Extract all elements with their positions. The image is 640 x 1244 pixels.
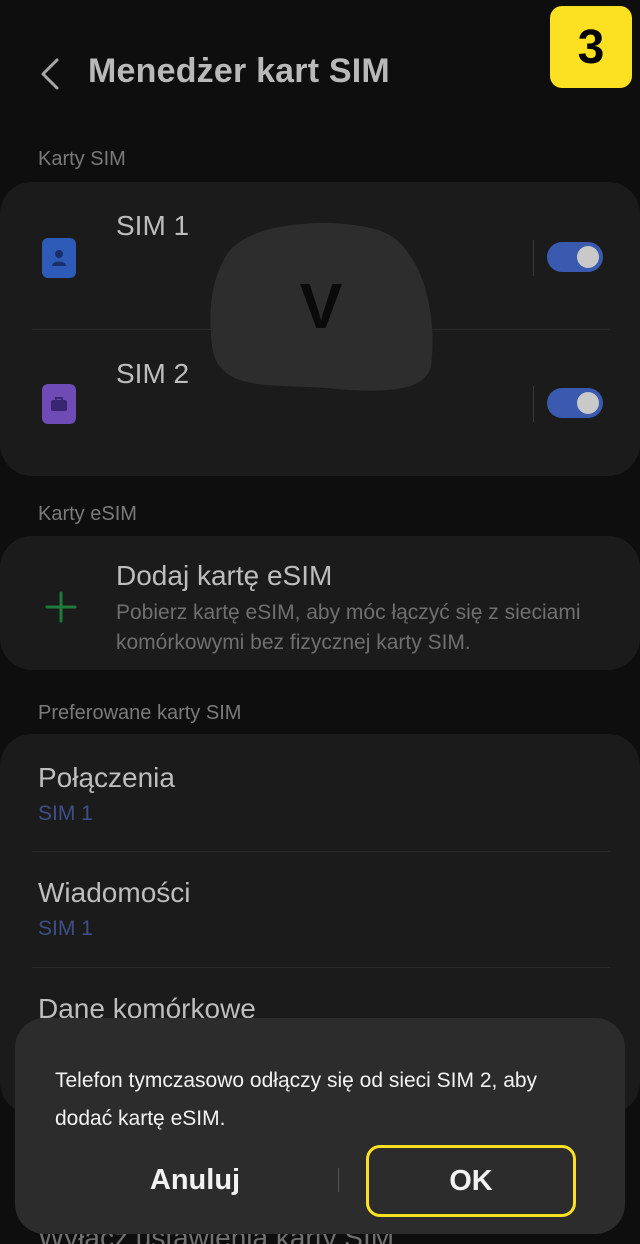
person-sim-icon [42, 238, 76, 278]
section-label-preferred: Preferowane karty SIM [38, 702, 242, 724]
preferred-messages-value: SIM 1 [38, 917, 93, 940]
sim-1-name: SIM 1 [116, 210, 190, 241]
sim-2-toggle[interactable] [547, 388, 603, 418]
divider [338, 1168, 339, 1192]
sim-1-toggle[interactable] [547, 242, 603, 272]
page-title: Menedżer kart SIM [88, 52, 390, 90]
cancel-button[interactable]: Anuluj [75, 1146, 315, 1214]
preferred-messages-title: Wiadomości [38, 877, 191, 908]
divider [32, 851, 610, 852]
sim-manager-screen: Menedżer kart SIM 3 Karty SIM SIM 1 SIM … [0, 0, 640, 1244]
add-esim-description: Pobierz kartę eSIM, aby móc łączyć się z… [116, 601, 581, 654]
briefcase-sim-icon [42, 384, 76, 424]
divider [533, 240, 534, 276]
back-button[interactable] [28, 52, 72, 96]
step-badge: 3 [550, 6, 632, 88]
confirm-dialog: Telefon tymczasowo odłączy się od sieci … [15, 1018, 625, 1234]
ok-button[interactable]: OK [366, 1145, 576, 1217]
plus-icon [45, 591, 77, 623]
sim-2-name: SIM 2 [116, 358, 190, 389]
chevron-left-icon [41, 58, 59, 90]
overlay-letter: V [299, 270, 343, 342]
dialog-message: Telefon tymczasowo odłączy się od sieci … [55, 1069, 538, 1130]
add-esim-title: Dodaj kartę eSIM [116, 560, 333, 591]
divider [533, 386, 534, 422]
preferred-calls-value: SIM 1 [38, 802, 93, 825]
section-label-esim: Karty eSIM [38, 503, 137, 525]
section-label-sim-cards: Karty SIM [38, 148, 126, 170]
divider [32, 967, 610, 968]
preferred-calls-title: Połączenia [38, 762, 175, 793]
